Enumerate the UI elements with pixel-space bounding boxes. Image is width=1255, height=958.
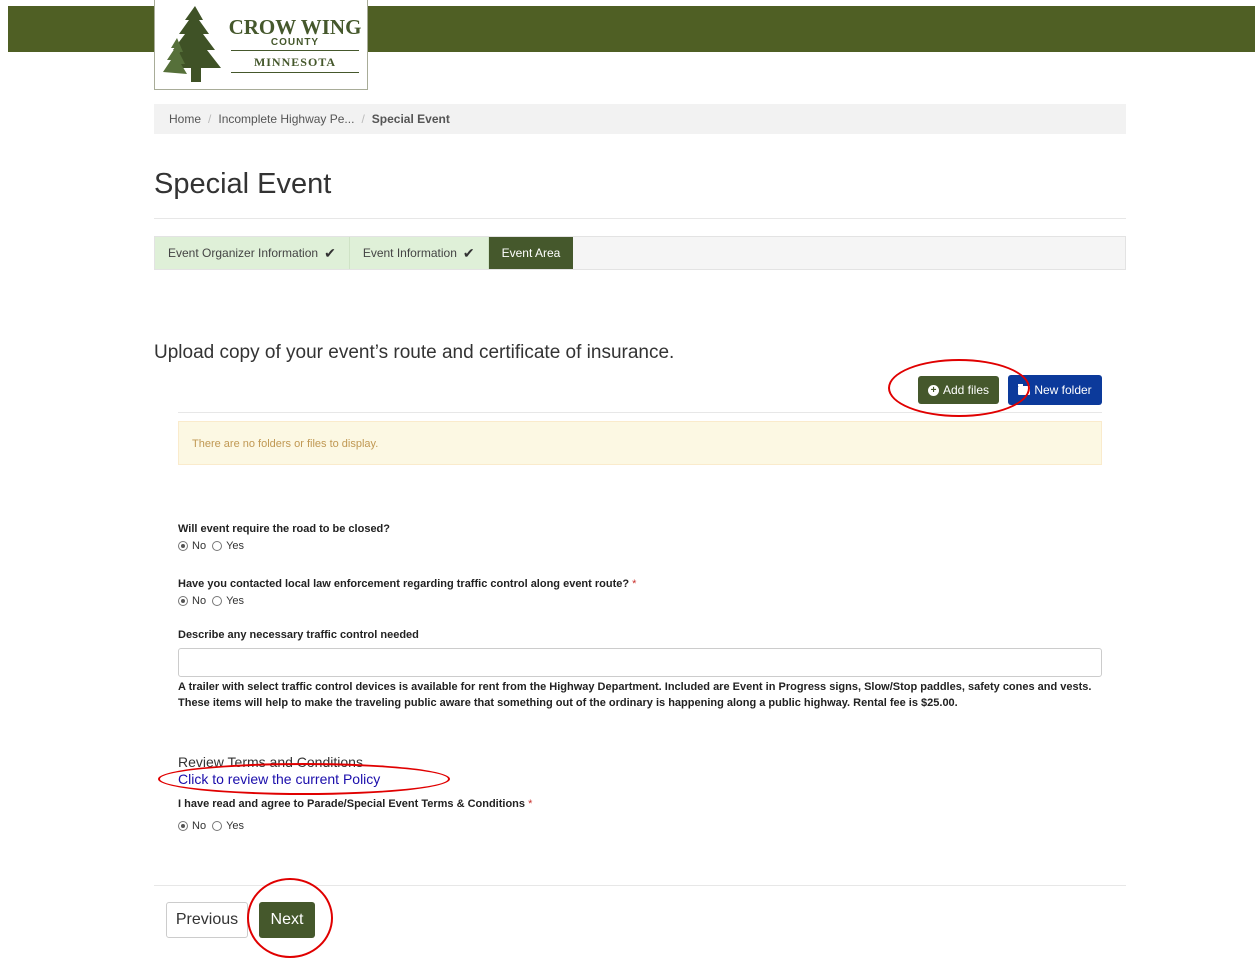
step-label: Event Organizer Information <box>168 246 319 260</box>
breadcrumb-separator: / <box>361 112 365 126</box>
radio-no[interactable] <box>178 596 188 606</box>
terms-option-yes[interactable]: Yes <box>212 820 244 832</box>
add-files-button[interactable]: + Add files <box>918 376 999 404</box>
folder-icon <box>1018 383 1031 395</box>
option-label: Yes <box>226 820 245 832</box>
terms-agree-label: I have read and agree to Parade/Special … <box>178 798 532 810</box>
road-closed-option-yes[interactable]: Yes <box>212 540 244 552</box>
step-event-information[interactable]: Event Information ✔ <box>349 237 489 269</box>
required-marker: * <box>528 798 533 810</box>
empty-files-alert: There are no folders or files to display… <box>178 421 1102 465</box>
next-button[interactable]: Next <box>259 902 315 938</box>
pine-tree-icon <box>163 6 221 82</box>
breadcrumb-parent[interactable]: Incomplete Highway Pe... <box>218 112 354 126</box>
county-logo[interactable]: CROW WING COUNTY MINNESOTA <box>154 0 368 90</box>
progress-steps: Event Organizer Information ✔ Event Infor… <box>154 236 1126 270</box>
step-label: Event Information <box>362 246 457 260</box>
page-title: Special Event <box>154 168 332 200</box>
logo-state: MINNESOTA <box>253 55 337 69</box>
check-icon: ✔ <box>462 245 475 261</box>
option-label: No <box>192 595 207 607</box>
law-enforcement-radio-group: No Yes <box>178 595 250 607</box>
radio-yes[interactable] <box>212 596 223 606</box>
plus-circle-icon: + <box>927 384 939 396</box>
terms-radio-group: No Yes <box>178 820 250 832</box>
previous-button[interactable]: Previous <box>166 902 248 938</box>
step-event-area[interactable]: Event Area <box>488 237 574 269</box>
logo-divider-bottom <box>231 72 359 73</box>
required-marker: * <box>632 578 637 590</box>
breadcrumb: Home / Incomplete Highway Pe... / Special Ev… <box>154 104 1126 134</box>
add-files-label: Add files <box>942 383 990 397</box>
option-label: No <box>192 820 207 832</box>
step-event-organizer-information[interactable]: Event Organizer Information ✔ <box>155 237 350 269</box>
radio-no[interactable] <box>178 541 188 551</box>
terms-agree-label-text: I have read and agree to Parade/Special … <box>178 798 526 810</box>
check-icon: ✔ <box>324 245 336 261</box>
footer-divider <box>154 885 1126 886</box>
step-label: Event Area <box>501 246 561 260</box>
new-folder-button[interactable]: New folder <box>1008 375 1102 405</box>
law-enforcement-label-text: Have you contacted local law enforcement… <box>178 578 630 590</box>
terms-option-no[interactable]: No <box>178 820 206 832</box>
road-closed-option-no[interactable]: No <box>178 540 206 552</box>
law-enforcement-option-yes[interactable]: Yes <box>212 595 244 607</box>
logo-divider <box>231 50 359 51</box>
radio-yes[interactable] <box>212 541 223 551</box>
road-closed-radio-group: No Yes <box>178 540 250 552</box>
logo-title: CROW WING <box>228 15 362 39</box>
breadcrumb-home[interactable]: Home <box>169 112 201 126</box>
radio-yes[interactable] <box>212 821 223 831</box>
title-divider <box>154 218 1126 219</box>
breadcrumb-current: Special Event <box>371 112 450 126</box>
upload-heading: Upload copy of your event’s route and ce… <box>154 342 675 363</box>
option-label: No <box>192 540 207 552</box>
law-enforcement-option-no[interactable]: No <box>178 595 206 607</box>
logo-subtitle: COUNTY <box>270 37 320 48</box>
trailer-rental-note: A trailer with select traffic control de… <box>178 681 1092 709</box>
radio-no[interactable] <box>178 821 188 831</box>
option-label: Yes <box>226 595 245 607</box>
traffic-control-label: Describe any necessary traffic control n… <box>178 629 419 641</box>
terms-section-title: Review Terms and Conditions <box>178 754 363 770</box>
law-enforcement-label: Have you contacted local law enforcement… <box>178 578 636 590</box>
option-label: Yes <box>226 540 245 552</box>
road-closed-label: Will event require the road to be closed… <box>178 523 390 535</box>
traffic-control-textarea[interactable] <box>178 648 1102 677</box>
files-divider <box>178 412 1102 413</box>
new-folder-label: New folder <box>1034 383 1092 397</box>
breadcrumb-separator: / <box>208 112 212 126</box>
policy-link[interactable]: Click to review the current Policy <box>178 771 380 787</box>
